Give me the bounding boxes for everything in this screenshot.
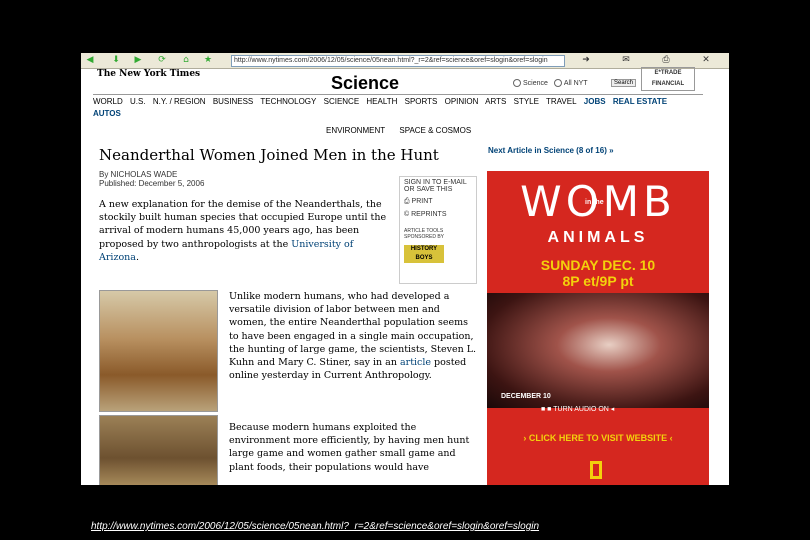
natgeo-logo-icon xyxy=(590,461,602,479)
browser-screenshot: ◀ ⬇ ▶ ⟳ ⌂ ★ http://www.nytimes.com/2006/… xyxy=(81,53,729,485)
nav-real-estate[interactable]: REAL ESTATE xyxy=(613,97,667,106)
radio-all[interactable] xyxy=(553,79,562,87)
close-icon[interactable]: ✕ xyxy=(701,55,711,65)
nav-science[interactable]: SCIENCE xyxy=(324,97,360,106)
subnav-environment[interactable]: ENVIRONMENT xyxy=(326,126,385,135)
author: By NICHOLAS WADE xyxy=(99,170,178,179)
nav-nyregion[interactable]: N.Y. / REGION xyxy=(153,97,206,106)
ad-in-the: in the xyxy=(585,199,604,206)
etrade-ad[interactable]: E*TRADE FINANCIAL xyxy=(641,67,695,91)
forward-icon[interactable]: ▶ xyxy=(133,55,143,65)
nav-us[interactable]: U.S. xyxy=(130,97,146,106)
sponsor-logo[interactable]: HISTORY BOYS xyxy=(404,245,444,263)
nav-technology[interactable]: TECHNOLOGY xyxy=(260,97,316,106)
browser-toolbar: ◀ ⬇ ▶ ⟳ ⌂ ★ http://www.nytimes.com/2006/… xyxy=(81,53,729,69)
source-url-caption[interactable]: http://www.nytimes.com/2006/12/05/scienc… xyxy=(91,521,539,532)
ad-title-animals: ANIMALS xyxy=(547,229,649,246)
nav-health[interactable]: HEALTH xyxy=(366,97,397,106)
article-tools: SIGN IN TO E-MAIL OR SAVE THIS ⎙ PRINT ©… xyxy=(399,176,477,284)
home-icon[interactable]: ⌂ xyxy=(181,55,191,65)
search-button[interactable]: Search xyxy=(611,79,637,87)
print-link[interactable]: ⎙ PRINT xyxy=(404,198,472,206)
nav-arts[interactable]: ARTS xyxy=(485,97,506,106)
nav-jobs[interactable]: JOBS xyxy=(584,97,606,106)
nav-autos[interactable]: AUTOS xyxy=(93,109,121,118)
search-options: Science All NYT xyxy=(513,79,588,87)
article-paragraph-2: Unlike modern humans, who had developed … xyxy=(229,291,477,382)
womb-animals-ad[interactable]: WOMB in the ANIMALS SUNDAY DEC. 10 8P et… xyxy=(487,171,709,485)
subnav-space[interactable]: SPACE & COSMOS xyxy=(399,126,471,135)
section-title: Science xyxy=(331,73,400,93)
print-icon[interactable]: ⎙ xyxy=(661,55,671,65)
go-icon[interactable]: ➜ xyxy=(581,55,591,65)
address-bar[interactable]: http://www.nytimes.com/2006/12/05/scienc… xyxy=(231,55,565,67)
ad-photo xyxy=(487,293,709,408)
nav-sports[interactable]: SPORTS xyxy=(405,97,438,106)
section-nav: WORLD U.S. N.Y. / REGION BUSINESS TECHNO… xyxy=(93,94,703,109)
ad-cta[interactable]: › CLICK HERE TO VISIT WEBSITE ‹ xyxy=(487,433,709,443)
science-subnav: ENVIRONMENT SPACE & COSMOS xyxy=(326,126,483,135)
nyt-logo[interactable]: The New York Times xyxy=(97,69,200,79)
sponsored-label: ARTICLE TOOLS SPONSORED BY xyxy=(404,228,445,240)
article-paragraph-3: Because modern humans exploited the envi… xyxy=(229,422,470,473)
ad-photo-date: DECEMBER 10 xyxy=(501,393,551,400)
mail-icon[interactable]: ✉ xyxy=(621,55,631,65)
radio-science[interactable] xyxy=(513,79,521,87)
nav-world[interactable]: WORLD xyxy=(93,97,123,106)
download-icon[interactable]: ⬇ xyxy=(111,55,121,65)
article-headline: Neanderthal Women Joined Men in the Hunt xyxy=(99,146,439,164)
audio-toggle[interactable]: ■ ■ TURN AUDIO ON ◂ xyxy=(541,405,614,413)
favorites-icon[interactable]: ★ xyxy=(203,55,213,65)
nav-style[interactable]: STYLE xyxy=(514,97,539,106)
skeleton-photo xyxy=(99,415,218,485)
next-article-link[interactable]: Next Article in Science (8 of 16) » xyxy=(488,146,614,155)
article-lede: A new explanation for the demise of the … xyxy=(99,199,387,263)
signin-email-save[interactable]: SIGN IN TO E-MAIL OR SAVE THIS xyxy=(404,179,472,193)
nav-business[interactable]: BUSINESS xyxy=(213,97,253,106)
reprints-link[interactable]: © REPRINTS xyxy=(404,211,472,218)
ad-airdate: SUNDAY DEC. 10 8P et/9P pt xyxy=(540,257,656,289)
nav-opinion[interactable]: OPINION xyxy=(445,97,479,106)
neanderthal-illustration xyxy=(99,290,218,412)
article-byline: By NICHOLAS WADE Published: December 5, … xyxy=(99,170,204,188)
article-link[interactable]: article xyxy=(400,357,431,368)
nav-travel[interactable]: TRAVEL xyxy=(546,97,577,106)
refresh-icon[interactable]: ⟳ xyxy=(157,55,167,65)
published-date: Published: December 5, 2006 xyxy=(99,179,205,188)
back-icon[interactable]: ◀ xyxy=(85,55,95,65)
